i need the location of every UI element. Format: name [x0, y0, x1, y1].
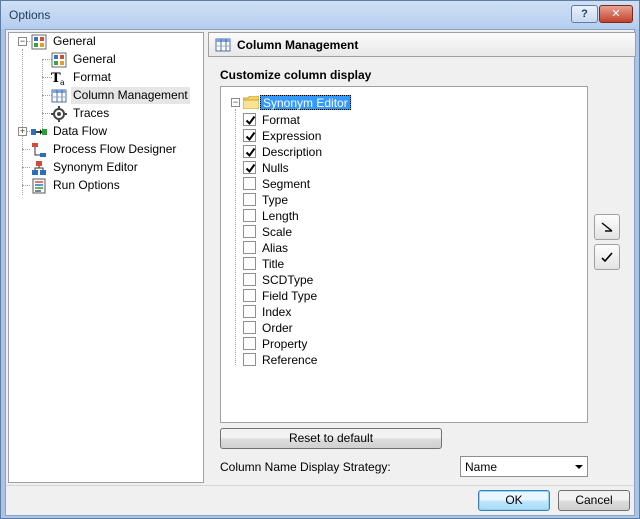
trace-gear-icon	[51, 106, 67, 122]
column-checkbox[interactable]	[243, 273, 256, 286]
column-option-label: Description	[262, 145, 323, 159]
general-settings-icon	[51, 52, 67, 68]
column-checkbox[interactable]	[243, 305, 256, 318]
display-strategy-label: Column Name Display Strategy:	[220, 460, 391, 474]
column-checkbox[interactable]	[243, 225, 256, 238]
window-title: Options	[9, 8, 51, 22]
column-option-label: Nulls	[262, 161, 289, 175]
format-text-icon: T a	[51, 71, 65, 86]
run-options-icon	[32, 178, 46, 194]
column-display-tree[interactable]: − Synonym Editor Format Expression Descrip…	[220, 86, 588, 423]
tree-expander[interactable]: −	[18, 37, 27, 46]
chevron-down-icon	[575, 465, 583, 469]
cancel-button[interactable]: Cancel	[558, 490, 630, 511]
column-option-label: Reference	[262, 353, 318, 367]
close-button[interactable]: ✕	[599, 5, 633, 23]
tree-connector	[22, 149, 30, 150]
column-checkbox[interactable]	[243, 113, 256, 126]
column-checkbox[interactable]	[243, 289, 256, 302]
tree-item-label: Column Management	[71, 87, 190, 104]
column-grid-icon	[215, 38, 231, 52]
column-option-label: Type	[262, 193, 289, 207]
display-strategy-select[interactable]: Name	[460, 456, 588, 477]
check-icon	[245, 131, 256, 142]
options-window: Options ? ✕ − General General T a Format…	[0, 0, 640, 519]
check-icon	[245, 163, 256, 174]
column-option-label: Index	[262, 305, 292, 319]
column-checkbox[interactable]	[243, 241, 256, 254]
panel-title: Column Management	[237, 38, 359, 52]
move-up-button[interactable]	[594, 214, 620, 240]
customize-group-label: Customize column display	[220, 68, 372, 82]
column-option-label: Expression	[262, 129, 322, 143]
ok-button[interactable]: OK	[478, 490, 550, 511]
dialog-client-area: − General General T a Format Column Mana…	[5, 29, 636, 516]
tree-item-label: Run Options	[53, 178, 120, 192]
column-checkbox[interactable]	[243, 321, 256, 334]
display-strategy-value: Name	[465, 460, 498, 474]
column-checkbox[interactable]	[243, 337, 256, 350]
tree-root-label: Synonym Editor	[260, 95, 351, 110]
column-option-label: Order	[262, 321, 293, 335]
data-flow-icon	[31, 129, 47, 135]
column-option-label: Title	[262, 257, 285, 271]
move-down-button[interactable]	[594, 244, 620, 270]
tree-connector	[22, 49, 23, 195]
move-down-icon	[601, 252, 613, 262]
tree-item-label: General	[53, 34, 96, 48]
column-checkbox[interactable]	[243, 145, 256, 158]
options-tree[interactable]: − General General T a Format Column Mana…	[8, 32, 204, 483]
column-checkbox[interactable]	[243, 257, 256, 270]
column-checkbox[interactable]	[243, 129, 256, 142]
tree-item-label: Format	[73, 70, 112, 84]
tree-item-label: General	[73, 52, 116, 66]
help-button[interactable]: ?	[571, 5, 598, 23]
column-checkbox[interactable]	[243, 177, 256, 190]
tree-expander[interactable]: +	[18, 127, 27, 136]
reset-to-default-button[interactable]: Reset to default	[220, 428, 442, 449]
folder-icon	[243, 96, 259, 109]
svg-text:a: a	[60, 78, 65, 86]
column-checkbox[interactable]	[243, 209, 256, 222]
column-option-label: Property	[262, 337, 308, 351]
tree-item-label: Traces	[73, 106, 110, 120]
column-option-label: Field Type	[262, 289, 318, 303]
column-checkbox[interactable]	[243, 161, 256, 174]
tree-item-label: Data Flow	[53, 124, 108, 138]
tree-item-label: Synonym Editor	[53, 160, 138, 174]
column-checkbox[interactable]	[243, 193, 256, 206]
column-option-label: Length	[262, 209, 299, 223]
title-bar[interactable]: Options ? ✕	[1, 1, 639, 29]
column-option-label: Alias	[262, 241, 289, 255]
column-option-label: Segment	[262, 177, 311, 191]
tree-connector	[235, 109, 236, 365]
tree-item-label: Process Flow Designer	[53, 142, 177, 156]
process-flow-icon	[32, 143, 46, 157]
tree-connector	[22, 185, 30, 186]
column-option-label: SCDType	[262, 273, 314, 287]
column-checkbox[interactable]	[243, 353, 256, 366]
move-up-icon	[601, 222, 613, 232]
check-icon	[245, 147, 256, 158]
column-option-label: Format	[262, 113, 301, 127]
check-icon	[245, 115, 256, 126]
synonym-editor-icon	[32, 161, 46, 175]
column-option-label: Scale	[262, 225, 293, 239]
tree-connector	[22, 167, 30, 168]
general-settings-icon	[31, 34, 47, 50]
column-grid-icon	[51, 89, 67, 103]
footer-separator	[6, 485, 634, 486]
tree-expander[interactable]: −	[231, 98, 240, 107]
panel-header: Column Management	[208, 32, 636, 57]
